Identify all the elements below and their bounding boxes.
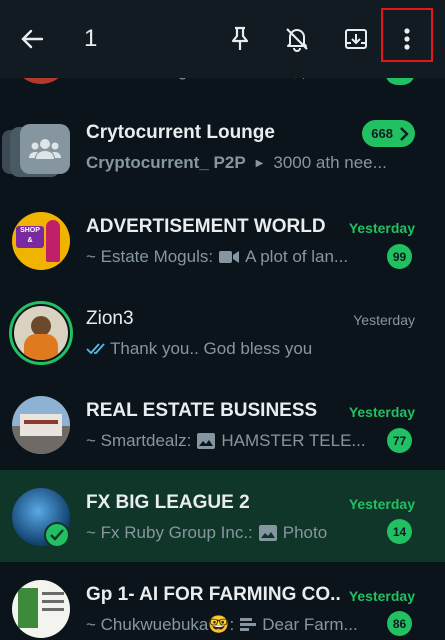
back-button[interactable]	[12, 19, 52, 59]
chat-row-ai-for-farming[interactable]: Gp 1- AI FOR FARMING CO... Yesterday ~ C…	[0, 562, 445, 640]
chat-row-advertisement-world[interactable]: SHOP & ADVERTISEMENT WORLD Yesterday ~ Es…	[0, 192, 445, 284]
selected-count: 1	[84, 25, 98, 52]
unread-count-badge: 99	[387, 244, 412, 269]
chat-preview: Cryptocurrent_ P2P ▶ 3000 ath nee...	[86, 153, 426, 173]
chat-avatar: SHOP &	[12, 212, 70, 270]
preview-sender: ~ Chukwuebuka🤓:	[86, 615, 235, 634]
chat-time: Yesterday	[348, 496, 415, 512]
chat-row-zion3[interactable]: Zion3 Yesterday Thank you.. God bless yo…	[0, 284, 445, 376]
unread-count: 668	[371, 126, 393, 141]
chat-name: ADVERTISEMENT WORLD	[86, 216, 326, 237]
chat-preview: ~ Chukwuebuka🤓: Dear Farm...	[86, 615, 376, 635]
unread-count-badge: 14	[387, 519, 412, 544]
chat-name: Gp 1- AI FOR FARMING CO...	[86, 584, 341, 605]
more-options-button[interactable]	[387, 19, 427, 59]
chat-name: FX BIG LEAGUE 2	[86, 492, 250, 513]
preview-text: Photo	[282, 523, 328, 542]
chat-time: Yesterday	[353, 312, 415, 328]
caret-right-icon: ▶	[255, 157, 264, 169]
chat-time: Yesterday	[348, 404, 415, 420]
chat-preview: ~ Smartdealz: HAMSTER TELE...	[86, 431, 376, 451]
pin-icon	[231, 26, 249, 50]
community-avatar	[0, 124, 72, 177]
chat-time: Yesterday	[348, 588, 415, 604]
double-check-read-icon	[86, 343, 105, 355]
pin-button[interactable]	[220, 19, 260, 59]
chat-name: Zion3	[86, 308, 134, 329]
chat-preview: ~ Estate Moguls: A plot of lan...	[86, 247, 371, 267]
preview-text: Dear Farm...	[262, 615, 358, 634]
chat-name: REAL ESTATE BUSINESS	[86, 400, 318, 421]
chevron-right-icon	[400, 126, 409, 141]
preview-text: Thank you.. God bless you	[110, 339, 313, 358]
preview-text: 3000 ath nee...	[273, 153, 387, 172]
mute-icon	[286, 28, 308, 52]
chat-name: Crytocurrent Lounge	[86, 122, 275, 143]
photo-icon	[197, 433, 216, 449]
chat-preview: Thank you.. God bless you	[86, 339, 386, 359]
chat-time: Yesterday	[348, 220, 415, 236]
preview-sender: ~ Estate Moguls:	[86, 247, 214, 266]
chat-avatar	[12, 396, 70, 454]
chat-row-fx-big-league-2[interactable]: FX BIG LEAGUE 2 Yesterday ~ Fx Ruby Grou…	[0, 470, 445, 562]
selection-toolbar: 1	[0, 0, 445, 78]
chat-row-real-estate-business[interactable]: REAL ESTATE BUSINESS Yesterday ~ Smartde…	[0, 376, 445, 468]
selected-check-icon	[44, 522, 70, 548]
chat-avatar	[12, 580, 70, 638]
chat-row-crytocurrent-lounge[interactable]: Crytocurrent Lounge 668 Cryptocurrent_ P…	[0, 100, 445, 192]
video-icon	[219, 251, 240, 263]
unread-count-badge: 77	[387, 428, 412, 453]
chat-avatar	[14, 306, 68, 360]
archive-button[interactable]	[336, 19, 376, 59]
unread-count-badge: 86	[387, 611, 412, 636]
chat-list: ~ TheOluwagbemiPrecious✨: Go... 100 Cryt…	[0, 0, 445, 640]
mute-button[interactable]	[277, 19, 317, 59]
preview-text: A plot of lan...	[245, 247, 349, 266]
community-unread-pill[interactable]: 668	[362, 120, 415, 147]
community-icon	[20, 124, 70, 174]
document-icon	[240, 618, 257, 631]
preview-text: HAMSTER TELE...	[221, 431, 366, 450]
preview-sender: ~ Fx Ruby Group Inc.:	[86, 523, 253, 542]
community-group-name: Cryptocurrent_ P2P	[86, 153, 246, 172]
back-arrow-icon	[21, 29, 44, 49]
preview-sender: ~ Smartdealz:	[86, 431, 192, 450]
more-vert-icon	[404, 28, 410, 50]
photo-icon	[258, 525, 277, 541]
archive-icon	[345, 29, 367, 49]
chat-preview: ~ Fx Ruby Group Inc.: Photo	[86, 523, 376, 543]
